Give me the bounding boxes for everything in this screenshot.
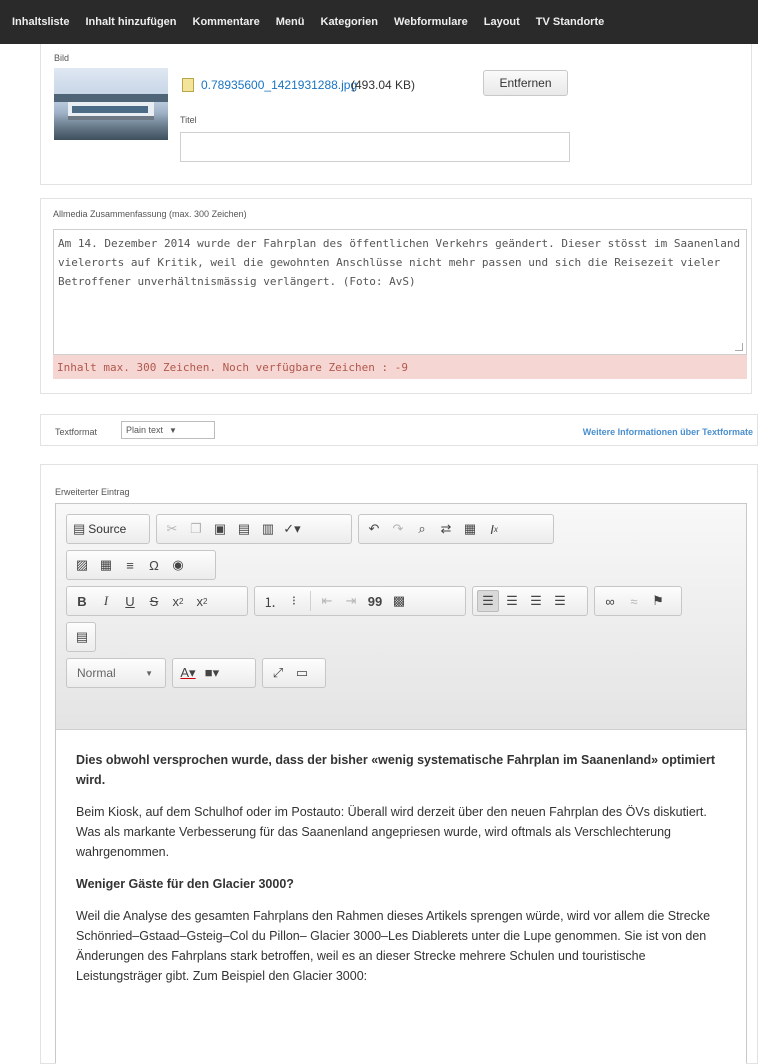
- text-color-icon[interactable]: A▾: [177, 662, 199, 684]
- image-field-label: Bild: [54, 53, 70, 63]
- text-format-bar: Textformat Plain text ▼ Weitere Informat…: [40, 414, 758, 446]
- colors-group: A▾ ■▾: [172, 658, 256, 688]
- article-paragraph-2: Weil die Analyse des gesamten Fahrplans …: [76, 909, 711, 983]
- format-combo: Normal ▼: [66, 658, 166, 688]
- link-group: ∞ ≈ ⚑: [594, 586, 682, 616]
- basic-styles-group: B I U S x2 x2: [66, 586, 248, 616]
- summary-text: Am 14. Dezember 2014 wurde der Fahrplan …: [58, 237, 741, 288]
- image-field: Bild 0.78935600_1421931288.jpg (493.04 K…: [40, 44, 752, 185]
- image-icon[interactable]: ▨: [71, 554, 93, 576]
- align-center-icon[interactable]: ☰: [501, 590, 523, 612]
- resize-grip[interactable]: [735, 343, 743, 351]
- italic-icon[interactable]: I: [95, 590, 117, 612]
- top-navigation: Inhaltsliste Inhalt hinzufügen Kommentar…: [0, 0, 758, 44]
- source-icon[interactable]: ▤ Source: [71, 518, 128, 540]
- nav-inhalt-hinzufuegen[interactable]: Inhalt hinzufügen: [77, 16, 184, 28]
- special-char-icon[interactable]: Ω: [143, 554, 165, 576]
- article-subheading: Weniger Gäste für den Glacier 3000?: [76, 877, 294, 891]
- extended-entry-label: Erweiterter Eintrag: [55, 487, 130, 497]
- nav-webformulare[interactable]: Webformulare: [386, 16, 476, 28]
- insert-group: ▨ ▦ ≡ Ω ◉: [66, 550, 216, 580]
- indent-icon[interactable]: ⇥: [340, 590, 362, 612]
- unlink-icon[interactable]: ≈: [623, 590, 645, 612]
- table-icon[interactable]: ▦: [95, 554, 117, 576]
- chevron-down-icon: ▼: [169, 425, 177, 435]
- file-icon: [182, 78, 194, 92]
- align-left-icon[interactable]: ☰: [477, 590, 499, 612]
- file-size: (493.04 KB): [351, 78, 416, 92]
- paragraph-group: ⒈ ⁝ ⇤ ⇥ 99 ▩: [254, 586, 466, 616]
- paste-text-icon[interactable]: ▤: [233, 518, 255, 540]
- text-format-info-link[interactable]: Weitere Informationen über Textformate: [583, 427, 753, 437]
- extended-entry-field: Erweiterter Eintrag ▤ Source ✂ ❐ ▣ ▤ ▥ ✓▾…: [40, 464, 758, 1064]
- replace-icon[interactable]: ⇄: [435, 518, 457, 540]
- blockquote-icon[interactable]: 99: [364, 590, 386, 612]
- cut-icon[interactable]: ✂: [161, 518, 183, 540]
- format-select[interactable]: Normal ▼: [71, 662, 159, 684]
- link-icon[interactable]: ∞: [599, 590, 621, 612]
- show-blocks-2-icon[interactable]: ▭: [291, 662, 313, 684]
- source-group: ▤ Source: [66, 514, 150, 544]
- chevron-down-icon: ▼: [145, 668, 153, 678]
- redo-icon[interactable]: ↷: [387, 518, 409, 540]
- bullet-list-icon[interactable]: ⁝: [283, 590, 305, 612]
- remove-format-icon[interactable]: Ix: [483, 518, 505, 540]
- undo-icon[interactable]: ↶: [363, 518, 385, 540]
- tools-group: ⤢ ▭: [262, 658, 326, 688]
- editor-toolbar: ▤ Source ✂ ❐ ▣ ▤ ▥ ✓▾ ↶ ↷ ⌕ ⇄ ▦ Ix ▨ ▦ ≡…: [56, 504, 746, 730]
- bold-icon[interactable]: B: [71, 590, 93, 612]
- image-thumbnail: [54, 68, 168, 140]
- paste-icon[interactable]: ▣: [209, 518, 231, 540]
- history-group: ↶ ↷ ⌕ ⇄ ▦ Ix: [358, 514, 554, 544]
- remove-button[interactable]: Entfernen: [483, 70, 568, 96]
- outdent-icon[interactable]: ⇤: [316, 590, 338, 612]
- find-icon[interactable]: ⌕: [411, 518, 433, 540]
- nav-kommentare[interactable]: Kommentare: [185, 16, 268, 28]
- character-warning: Inhalt max. 300 Zeichen. Noch verfügbare…: [53, 355, 747, 379]
- source-label: Source: [88, 522, 127, 536]
- copy-icon[interactable]: ❐: [185, 518, 207, 540]
- article-paragraph-1: Beim Kiosk, auf dem Schulhof oder im Pos…: [76, 805, 707, 859]
- superscript-icon[interactable]: x2: [191, 590, 213, 612]
- maximize-icon[interactable]: ⤢: [267, 662, 289, 684]
- nav-layout[interactable]: Layout: [476, 16, 528, 28]
- text-format-value: Plain text: [126, 425, 164, 435]
- nav-kategorien[interactable]: Kategorien: [313, 16, 386, 28]
- title-label: Titel: [180, 115, 197, 125]
- summary-textarea[interactable]: Am 14. Dezember 2014 wurde der Fahrplan …: [53, 229, 747, 355]
- align-justify-icon[interactable]: ☰: [549, 590, 571, 612]
- nav-menu[interactable]: Menü: [268, 16, 313, 28]
- format-value: Normal: [77, 666, 116, 680]
- clipboard-group: ✂ ❐ ▣ ▤ ▥ ✓▾: [156, 514, 352, 544]
- align-right-icon[interactable]: ☰: [525, 590, 547, 612]
- text-format-label: Textformat: [55, 427, 98, 437]
- bg-color-icon[interactable]: ■▾: [201, 662, 223, 684]
- nav-inhaltsliste[interactable]: Inhaltsliste: [4, 16, 77, 28]
- strike-icon[interactable]: S: [143, 590, 165, 612]
- horizontal-line-icon[interactable]: ≡: [119, 554, 141, 576]
- editor-content[interactable]: Dies obwohl versprochen wurde, dass der …: [56, 730, 746, 1064]
- article-heading: Dies obwohl versprochen wurde, dass der …: [76, 753, 716, 787]
- anchor-icon[interactable]: ⚑: [647, 590, 669, 612]
- paste-word-icon[interactable]: ▥: [257, 518, 279, 540]
- text-format-select[interactable]: Plain text ▼: [121, 421, 215, 439]
- show-blocks-icon[interactable]: ▤: [71, 626, 93, 648]
- align-group: ☰ ☰ ☰ ☰: [472, 586, 588, 616]
- rich-text-editor: ▤ Source ✂ ❐ ▣ ▤ ▥ ✓▾ ↶ ↷ ⌕ ⇄ ▦ Ix ▨ ▦ ≡…: [55, 503, 747, 1064]
- misc-group: ▤: [66, 622, 96, 652]
- select-all-icon[interactable]: ▦: [459, 518, 481, 540]
- subscript-icon[interactable]: x2: [167, 590, 189, 612]
- summary-field: Allmedia Zusammenfassung (max. 300 Zeich…: [40, 198, 752, 394]
- spellcheck-icon[interactable]: ✓▾: [281, 518, 303, 540]
- underline-icon[interactable]: U: [119, 590, 141, 612]
- file-link[interactable]: 0.78935600_1421931288.jpg: [201, 78, 357, 92]
- summary-label: Allmedia Zusammenfassung (max. 300 Zeich…: [53, 209, 247, 219]
- create-div-icon[interactable]: ▩: [388, 590, 410, 612]
- nav-tv-standorte[interactable]: TV Standorte: [528, 16, 612, 28]
- numbered-list-icon[interactable]: ⒈: [259, 590, 281, 612]
- iframe-icon[interactable]: ◉: [167, 554, 189, 576]
- title-input[interactable]: [180, 132, 570, 162]
